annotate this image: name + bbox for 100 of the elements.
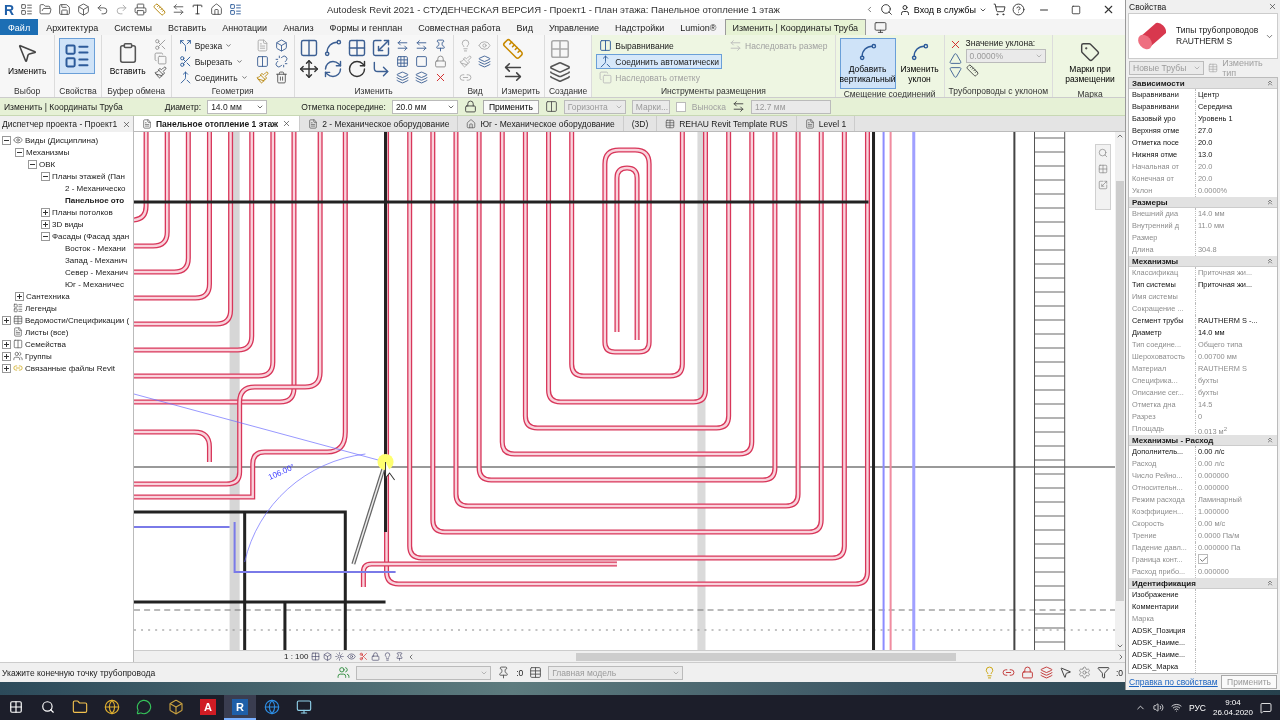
ribbon-button[interactable]: Соединить автоматически — [596, 54, 723, 69]
view-tab[interactable]: Юг - Механическое оборудование — [458, 116, 624, 131]
notifications-icon[interactable] — [1260, 701, 1272, 714]
volume-icon[interactable] — [1152, 702, 1164, 713]
save-icon[interactable] — [58, 3, 72, 16]
tree-item[interactable]: ОВК — [39, 159, 56, 169]
measure-icon[interactable] — [153, 3, 167, 16]
monitor-icon[interactable] — [296, 698, 312, 715]
sun-path-icon[interactable] — [335, 652, 345, 661]
scroll-thumb[interactable] — [1116, 181, 1124, 601]
help-icon[interactable] — [1012, 3, 1025, 16]
view-tab[interactable]: Панельное отопление 1 этаж — [134, 116, 301, 131]
ribbon-tab[interactable]: Надстройки — [606, 19, 673, 35]
text-icon[interactable] — [191, 3, 205, 16]
slope-up-icon[interactable] — [948, 52, 962, 65]
offset-field[interactable]: 20.0 мм — [391, 99, 458, 114]
tree-item[interactable]: Листы (все) — [25, 327, 69, 337]
network-icon[interactable] — [1170, 702, 1182, 713]
view-tab[interactable]: Level 1 — [796, 116, 856, 131]
filter-icon[interactable] — [1096, 666, 1110, 679]
collapse-icon[interactable] — [1266, 257, 1274, 265]
paintbrush-icon[interactable] — [153, 66, 167, 79]
tree-item[interactable]: Сантехника — [26, 291, 70, 301]
lock-icon[interactable] — [463, 100, 477, 113]
panel-label[interactable]: Свойства — [55, 84, 101, 97]
cut-icon[interactable] — [178, 55, 192, 68]
collapse-icon[interactable] — [1266, 79, 1274, 87]
ribbon-tab[interactable]: Анализ — [275, 19, 322, 35]
app-logo[interactable]: R — [4, 1, 15, 18]
collapse-icon[interactable] — [1266, 579, 1274, 587]
tree-item[interactable]: Связанные файлы Revit — [25, 363, 115, 373]
scroll-thumb[interactable] — [576, 652, 957, 661]
panel-label[interactable]: Трубопроводы с уклоном — [944, 84, 1052, 97]
app-icon[interactable]: A — [200, 698, 216, 715]
taskbar-button[interactable]: A — [192, 695, 224, 720]
type-selector[interactable]: Типы трубопроводов RAUTHERM S — [1128, 13, 1278, 59]
ribbon-tab[interactable]: Совместная работа — [410, 19, 509, 35]
tree-item[interactable]: Ведомости/Спецификации ( — [25, 315, 130, 325]
app-icon[interactable]: R — [232, 698, 248, 715]
tree-item[interactable]: Механизмы — [26, 147, 70, 157]
expand-toggle[interactable] — [15, 291, 24, 301]
tree-item[interactable]: Планы этажей (Пан — [52, 171, 125, 181]
tree-item[interactable]: Виды (Дисциплина) — [25, 135, 99, 145]
lock-view-icon[interactable] — [371, 652, 381, 661]
tree-item[interactable]: Запад - Механич — [65, 255, 128, 265]
tree-item[interactable]: Юг - Механичес — [65, 279, 124, 289]
expand-toggle[interactable] — [41, 219, 50, 229]
ribbon-tab[interactable]: Формы и генплан — [321, 19, 411, 35]
view-tab[interactable]: (3D) — [623, 116, 658, 131]
search-icon[interactable] — [879, 3, 893, 16]
scale-label[interactable]: 1 : 100 — [134, 652, 309, 661]
move-arrows-icon[interactable] — [298, 59, 319, 79]
tree-item[interactable]: Фасады (Фасад здан — [52, 231, 130, 241]
ribbon-tab[interactable]: Архитектура — [38, 19, 107, 35]
tree-item[interactable]: 3D виды — [52, 219, 84, 229]
unlink-icon[interactable] — [275, 55, 289, 68]
panel-label[interactable]: Буфер обмена — [101, 84, 171, 97]
diameter-field[interactable]: 14.0 мм — [207, 99, 268, 114]
close-icon[interactable] — [122, 119, 131, 129]
view-tab[interactable]: REHAU Revit Template RUS — [657, 116, 797, 131]
worksets-icon[interactable] — [337, 666, 351, 679]
undo-icon[interactable] — [96, 3, 110, 16]
taskbar-button[interactable]: R — [224, 695, 256, 720]
panel-label[interactable]: Создание — [544, 84, 592, 97]
folder-icon[interactable] — [72, 698, 88, 715]
panel-label[interactable]: Смещение соединений — [835, 88, 944, 99]
section-header[interactable]: Механизмы — [1129, 256, 1277, 267]
section-header[interactable]: Размеры — [1129, 197, 1277, 208]
paste-button[interactable]: Вставить — [105, 38, 150, 81]
collapse-toggle[interactable] — [41, 231, 50, 241]
expand-toggle[interactable] — [41, 207, 50, 217]
length-icon[interactable] — [731, 100, 745, 113]
collapse-icon[interactable] — [1266, 436, 1274, 444]
tree-item[interactable]: Восток - Механи — [65, 243, 126, 253]
ribbon-button[interactable]: Соединить — [175, 70, 251, 85]
ribbon-tab[interactable]: Управление — [540, 19, 607, 35]
ribbon-tab[interactable]: Изменить | Координаты Труба — [724, 19, 867, 35]
ribbon-button[interactable]: Выравнивание — [596, 38, 723, 53]
tree-item[interactable]: Семейства — [25, 339, 66, 349]
panel-label[interactable]: Выбор — [0, 84, 55, 97]
ribbon-button[interactable]: Вырезать — [175, 54, 251, 69]
ribbon-button[interactable]: Добавить вертикальный — [839, 38, 896, 89]
expand-toggle[interactable] — [2, 351, 11, 361]
collapse-toggle[interactable] — [41, 171, 50, 181]
copy-rotate-icon[interactable] — [322, 59, 343, 79]
expand-toggle[interactable] — [2, 315, 11, 325]
close-icon[interactable] — [1268, 2, 1277, 11]
ribbon-button[interactable]: Врезка — [175, 38, 251, 53]
ribbon-tab[interactable]: Lumion® — [672, 19, 725, 35]
language-indicator[interactable]: РУС — [1188, 702, 1206, 713]
panel-label[interactable]: Марка — [1053, 88, 1127, 99]
open-icon[interactable] — [39, 3, 53, 16]
tree-item[interactable]: Север - Механич — [65, 267, 128, 277]
browser-icon[interactable] — [264, 698, 280, 715]
rotate-icon[interactable] — [346, 59, 367, 79]
cube-icon[interactable] — [275, 39, 289, 52]
tag-icon[interactable] — [1080, 42, 1100, 62]
panel-label[interactable]: Изменить — [294, 85, 453, 97]
layers-icon[interactable] — [478, 55, 492, 68]
slope-pipe-icon[interactable] — [909, 42, 930, 62]
